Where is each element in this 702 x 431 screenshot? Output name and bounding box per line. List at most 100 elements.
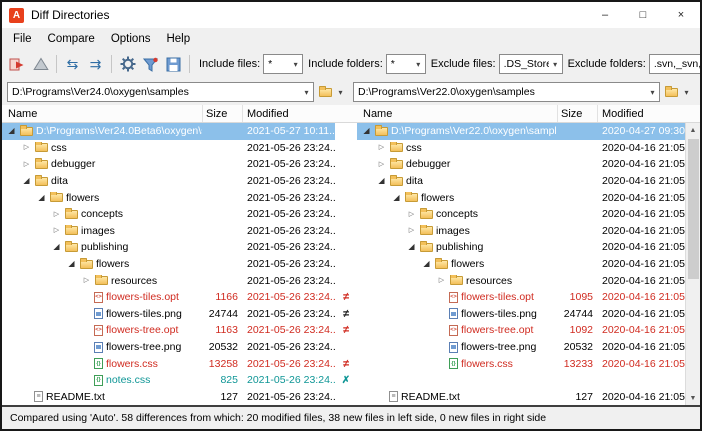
left-tree-row[interactable]: flowers-tiles.png247442021-05-26 23:24..… xyxy=(2,306,335,323)
left-tree-row[interactable]: README.txt1272021-05-26 23:24... xyxy=(2,389,335,406)
right-column-header-name[interactable]: Name xyxy=(357,105,557,122)
item-name: debugger xyxy=(51,158,95,170)
perform-comparison-button[interactable] xyxy=(6,52,29,76)
left-tree-row[interactable]: ▷css2021-05-26 23:24... xyxy=(2,140,335,157)
expand-arrow-icon[interactable]: ▷ xyxy=(406,227,417,234)
save-report-button[interactable] xyxy=(162,52,185,76)
oxygen-logo-icon: A xyxy=(9,8,24,23)
browse-left-button[interactable]: ▾ xyxy=(317,81,349,103)
menu-compare[interactable]: Compare xyxy=(40,31,103,47)
collapse-arrow-icon[interactable]: ◢ xyxy=(51,243,62,251)
left-tree-row[interactable]: flowers-tree.png205322021-05-26 23:24... xyxy=(2,339,335,356)
folder-icon xyxy=(20,127,33,136)
right-tree-row[interactable]: flowers-tiles.opt10952020-04-16 21:05... xyxy=(357,289,685,306)
chevron-down-icon[interactable]: ▾ xyxy=(412,60,425,69)
collapse-arrow-icon[interactable]: ◢ xyxy=(406,243,417,251)
expand-arrow-icon[interactable]: ▷ xyxy=(376,161,387,168)
expand-arrow-icon[interactable]: ▷ xyxy=(376,144,387,151)
right-tree-row[interactable]: ◢flowers2020-04-16 21:05... xyxy=(357,189,685,206)
left-tree-row[interactable]: ◢dita2021-05-26 23:24... xyxy=(2,173,335,190)
chevron-down-icon[interactable]: ▾ xyxy=(646,88,659,97)
maximize-button[interactable]: □ xyxy=(624,2,662,28)
include-folders-combo[interactable]: * ▾ xyxy=(386,54,426,74)
expand-arrow-icon[interactable]: ▷ xyxy=(51,227,62,234)
collapse-arrow-icon[interactable]: ◢ xyxy=(421,260,432,268)
right-tree-row[interactable]: ◢flowers2020-04-16 21:05... xyxy=(357,256,685,273)
left-tree-row[interactable]: ▷images2021-05-26 23:24... xyxy=(2,223,335,240)
right-tree-row[interactable]: flowers-tree.opt10922020-04-16 21:05... xyxy=(357,322,685,339)
item-modified: 2020-04-16 21:05... xyxy=(597,391,685,403)
left-tree-row[interactable]: ◢publishing2021-05-26 23:24... xyxy=(2,239,335,256)
filter-button[interactable] xyxy=(139,52,162,76)
collapse-arrow-icon[interactable]: ◢ xyxy=(361,127,372,135)
item-name: publishing xyxy=(436,241,483,253)
menu-file[interactable]: File xyxy=(5,31,40,47)
chevron-down-icon[interactable]: ▾ xyxy=(680,88,693,97)
vertical-scrollbar[interactable]: ▲ ▼ xyxy=(685,123,700,405)
collapse-arrow-icon[interactable]: ◢ xyxy=(36,194,47,202)
collapse-arrow-icon[interactable]: ◢ xyxy=(21,177,32,185)
right-tree-row[interactable]: ▷images2020-04-16 21:05... xyxy=(357,223,685,240)
left-tree-row[interactable]: ◢flowers2021-05-26 23:24... xyxy=(2,189,335,206)
collapse-arrow-icon[interactable]: ◢ xyxy=(391,194,402,202)
compare-tool-button[interactable] xyxy=(29,52,52,76)
collapse-arrow-icon[interactable]: ◢ xyxy=(376,177,387,185)
left-column-header-modified[interactable]: Modified xyxy=(242,105,335,122)
scroll-up-icon[interactable]: ▲ xyxy=(686,123,700,137)
collapse-arrow-icon[interactable]: ◢ xyxy=(6,127,17,135)
exclude-files-combo[interactable]: .DS_Store ▾ xyxy=(499,54,563,74)
right-tree-row[interactable]: ◢publishing2020-04-16 21:05... xyxy=(357,239,685,256)
expand-arrow-icon[interactable]: ▷ xyxy=(21,161,32,168)
right-tree-row[interactable]: ▷resources2020-04-16 21:05... xyxy=(357,272,685,289)
expand-arrow-icon[interactable]: ▷ xyxy=(81,277,92,284)
copy-right-to-left-button[interactable]: ⇆ xyxy=(61,52,84,76)
include-files-combo[interactable]: * ▾ xyxy=(263,54,303,74)
left-column-header-name[interactable]: Name xyxy=(2,105,202,122)
opt-file-icon xyxy=(449,325,458,336)
right-tree-row[interactable]: ▷concepts2020-04-16 21:05... xyxy=(357,206,685,223)
left-tree-row[interactable]: ◢flowers2021-05-26 23:24... xyxy=(2,256,335,273)
expand-arrow-icon[interactable]: ▷ xyxy=(21,144,32,151)
menu-help[interactable]: Help xyxy=(158,31,198,47)
right-tree-row[interactable]: README.txt1272020-04-16 21:05... xyxy=(357,389,685,406)
right-tree-row[interactable]: flowers-tree.png205322020-04-16 21:05... xyxy=(357,339,685,356)
minimize-button[interactable]: – xyxy=(586,2,624,28)
left-tree-row[interactable]: ▷resources2021-05-26 23:24... xyxy=(2,272,335,289)
item-modified: 2020-04-16 21:05... xyxy=(597,175,685,187)
settings-button[interactable] xyxy=(116,52,139,76)
expand-arrow-icon[interactable]: ▷ xyxy=(406,211,417,218)
left-tree-row[interactable]: notes.css8252021-05-26 23:24... xyxy=(2,372,335,389)
left-tree-row[interactable]: flowers.css132582021-05-26 23:24... xyxy=(2,355,335,372)
chevron-down-icon[interactable]: ▾ xyxy=(549,60,562,69)
left-tree-row[interactable]: flowers-tiles.opt11662021-05-26 23:24... xyxy=(2,289,335,306)
right-tree-row[interactable]: flowers.css132332020-04-16 21:05... xyxy=(357,355,685,372)
right-tree-row[interactable]: ▷debugger2020-04-16 21:05... xyxy=(357,156,685,173)
exclude-folders-combo[interactable]: .svn,_svn,.git ▾ xyxy=(649,54,700,74)
right-tree-row[interactable]: flowers-tiles.png247442020-04-16 21:05..… xyxy=(357,306,685,323)
scrollbar-thumb[interactable] xyxy=(688,139,699,279)
scroll-down-icon[interactable]: ▼ xyxy=(686,391,700,405)
right-column-header-modified[interactable]: Modified xyxy=(597,105,685,122)
expand-arrow-icon[interactable]: ▷ xyxy=(436,277,447,284)
right-tree-row[interactable]: ▷css2020-04-16 21:05... xyxy=(357,140,685,157)
right-path-combo[interactable]: D:\Programs\Ver22.0\oxygen\samples ▾ xyxy=(353,82,660,102)
menu-options[interactable]: Options xyxy=(103,31,159,47)
copy-left-to-right-button[interactable]: ⇉ xyxy=(84,52,107,76)
browse-right-button[interactable]: ▾ xyxy=(663,81,695,103)
close-button[interactable]: × xyxy=(662,2,700,28)
chevron-down-icon[interactable]: ▾ xyxy=(300,88,313,97)
chevron-down-icon[interactable]: ▾ xyxy=(289,60,302,69)
left-path-combo[interactable]: D:\Programs\Ver24.0\oxygen\samples ▾ xyxy=(7,82,314,102)
right-column-header-size[interactable]: Size xyxy=(557,105,597,122)
left-column-header-size[interactable]: Size xyxy=(202,105,242,122)
left-tree-row[interactable]: flowers-tree.opt11632021-05-26 23:24... xyxy=(2,322,335,339)
left-tree-row[interactable]: ◢D:\Programs\Ver24.0Beta6\oxygen\samples… xyxy=(2,123,335,140)
chevron-down-icon[interactable]: ▾ xyxy=(334,88,347,97)
left-tree-row[interactable]: ▷debugger2021-05-26 23:24... xyxy=(2,156,335,173)
right-tree-row[interactable]: ◢D:\Programs\Ver22.0\oxygen\samples2020-… xyxy=(357,123,685,140)
right-tree-row[interactable]: ◢dita2020-04-16 21:05... xyxy=(357,173,685,190)
expand-arrow-icon[interactable]: ▷ xyxy=(51,211,62,218)
collapse-arrow-icon[interactable]: ◢ xyxy=(66,260,77,268)
item-name: flowers xyxy=(451,258,484,270)
left-tree-row[interactable]: ▷concepts2021-05-26 23:24... xyxy=(2,206,335,223)
